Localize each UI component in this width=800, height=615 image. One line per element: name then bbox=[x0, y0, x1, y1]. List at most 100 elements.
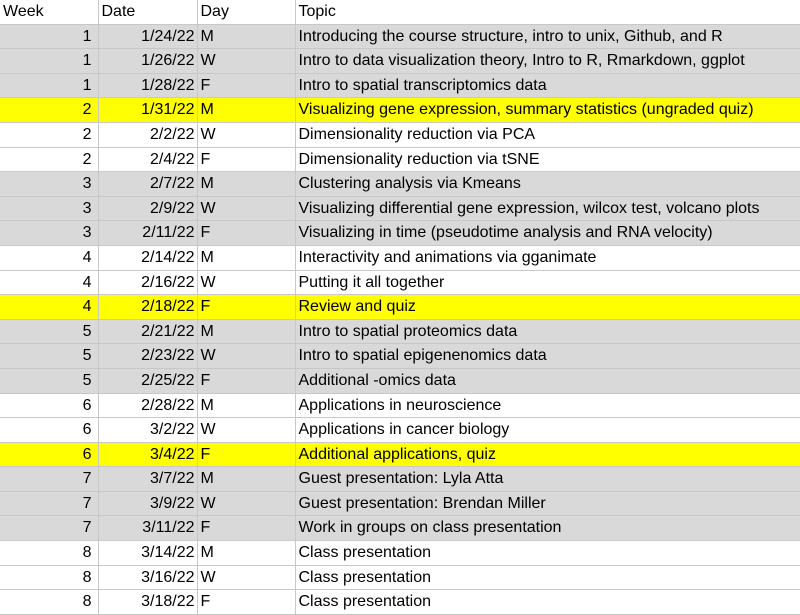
topic-cell[interactable]: Review and quiz bbox=[295, 294, 800, 320]
day-cell[interactable]: W bbox=[197, 48, 296, 74]
topic-cell[interactable]: Intro to spatial transcriptomics data bbox=[295, 73, 800, 99]
topic-cell[interactable]: Introducing the course structure, intro … bbox=[295, 24, 800, 50]
date-cell[interactable]: 3/14/22 bbox=[98, 540, 198, 566]
topic-cell[interactable]: Applications in cancer biology bbox=[295, 417, 800, 443]
topic-cell[interactable]: Class presentation bbox=[295, 540, 800, 566]
day-cell[interactable]: M bbox=[197, 24, 296, 50]
date-cell[interactable]: 2/9/22 bbox=[98, 196, 198, 222]
date-cell[interactable]: 3/4/22 bbox=[98, 442, 198, 468]
week-cell[interactable]: 1 bbox=[0, 24, 99, 50]
day-cell[interactable]: F bbox=[197, 442, 296, 468]
week-cell[interactable]: 2 bbox=[0, 122, 99, 148]
day-cell[interactable]: F bbox=[197, 515, 296, 542]
topic-cell[interactable]: Dimensionality reduction via tSNE bbox=[295, 147, 800, 173]
week-cell[interactable]: 5 bbox=[0, 343, 99, 369]
day-cell[interactable]: W bbox=[197, 491, 296, 517]
week-cell[interactable]: 3 bbox=[0, 196, 99, 222]
topic-cell[interactable]: Putting it all together bbox=[295, 270, 800, 296]
day-cell[interactable]: M bbox=[197, 540, 296, 566]
week-cell[interactable]: 1 bbox=[0, 73, 99, 99]
topic-cell[interactable]: Dimensionality reduction via PCA bbox=[295, 122, 800, 148]
topic-cell[interactable]: Additional -omics data bbox=[295, 368, 800, 394]
day-cell[interactable]: W bbox=[197, 196, 296, 222]
week-cell[interactable]: 8 bbox=[0, 540, 99, 566]
header-topic[interactable]: Topic bbox=[295, 0, 800, 25]
week-cell[interactable]: 4 bbox=[0, 270, 99, 296]
date-cell[interactable]: 2/2/22 bbox=[98, 122, 198, 148]
week-cell[interactable]: 2 bbox=[0, 147, 99, 173]
date-cell[interactable]: 2/11/22 bbox=[98, 220, 198, 246]
date-cell[interactable]: 2/16/22 bbox=[98, 270, 198, 296]
date-cell[interactable]: 3/11/22 bbox=[98, 515, 198, 542]
date-cell[interactable]: 2/14/22 bbox=[98, 245, 198, 271]
table-row: 7 3/11/22 F Work in groups on class present… bbox=[0, 515, 800, 542]
week-cell[interactable]: 7 bbox=[0, 491, 99, 517]
day-cell[interactable]: F bbox=[197, 294, 296, 320]
day-cell[interactable]: M bbox=[197, 245, 296, 271]
topic-cell[interactable]: Guest presentation: Lyla Atta bbox=[295, 466, 800, 492]
topic-cell[interactable]: Work in groups on class presentation bbox=[295, 515, 800, 542]
week-cell[interactable]: 6 bbox=[0, 393, 99, 419]
day-cell[interactable]: W bbox=[197, 343, 296, 369]
date-cell[interactable]: 2/21/22 bbox=[98, 319, 198, 345]
day-cell[interactable]: F bbox=[197, 73, 296, 99]
topic-cell[interactable]: Guest presentation: Brendan Miller bbox=[295, 491, 800, 517]
topic-cell[interactable]: Intro to spatial epigenenomics data bbox=[295, 343, 800, 369]
week-cell[interactable]: 4 bbox=[0, 294, 99, 320]
topic-cell[interactable]: Clustering analysis via Kmeans bbox=[295, 171, 800, 197]
header-week[interactable]: Week bbox=[0, 0, 99, 25]
topic-cell[interactable]: Visualizing differential gene expression… bbox=[295, 196, 800, 222]
date-cell[interactable]: 3/2/22 bbox=[98, 417, 198, 443]
day-cell[interactable]: M bbox=[197, 171, 296, 197]
date-cell[interactable]: 2/18/22 bbox=[98, 294, 198, 320]
week-cell[interactable]: 3 bbox=[0, 171, 99, 197]
topic-cell[interactable]: Visualizing gene expression, summary sta… bbox=[295, 97, 800, 123]
date-cell[interactable]: 1/28/22 bbox=[98, 73, 198, 99]
header-date[interactable]: Date bbox=[98, 0, 198, 25]
date-cell[interactable]: 2/4/22 bbox=[98, 147, 198, 173]
day-cell[interactable]: F bbox=[197, 368, 296, 394]
day-cell[interactable]: W bbox=[197, 270, 296, 296]
day-cell[interactable]: F bbox=[197, 220, 296, 246]
date-cell[interactable]: 1/31/22 bbox=[98, 97, 198, 123]
week-cell[interactable]: 2 bbox=[0, 97, 99, 123]
date-cell[interactable]: 3/16/22 bbox=[98, 565, 198, 591]
week-cell[interactable]: 5 bbox=[0, 319, 99, 345]
day-cell[interactable]: M bbox=[197, 319, 296, 345]
week-cell[interactable]: 7 bbox=[0, 466, 99, 492]
day-cell[interactable]: M bbox=[197, 466, 296, 492]
week-cell[interactable]: 3 bbox=[0, 220, 99, 246]
topic-cell[interactable]: Visualizing in time (pseudotime analysis… bbox=[295, 220, 800, 246]
day-cell[interactable]: W bbox=[197, 417, 296, 443]
day-cell[interactable]: F bbox=[197, 147, 296, 173]
date-cell[interactable]: 1/24/22 bbox=[98, 24, 198, 50]
table-row: 3 2/9/22 W Visualizing differential gene ex… bbox=[0, 196, 800, 222]
topic-cell[interactable]: Applications in neuroscience bbox=[295, 393, 800, 419]
table-row: 8 3/14/22 M Class presentation bbox=[0, 540, 800, 566]
week-cell[interactable]: 1 bbox=[0, 48, 99, 74]
topic-cell[interactable]: Interactivity and animations via gganima… bbox=[295, 245, 800, 271]
header-day[interactable]: Day bbox=[197, 0, 296, 25]
date-cell[interactable]: 2/25/22 bbox=[98, 368, 198, 394]
date-cell[interactable]: 2/28/22 bbox=[98, 393, 198, 419]
week-cell[interactable]: 8 bbox=[0, 565, 99, 591]
day-cell[interactable]: M bbox=[197, 393, 296, 419]
day-cell[interactable]: W bbox=[197, 565, 296, 591]
week-cell[interactable]: 6 bbox=[0, 417, 99, 443]
week-cell[interactable]: 4 bbox=[0, 245, 99, 271]
date-cell[interactable]: 2/23/22 bbox=[98, 343, 198, 369]
topic-cell[interactable]: Additional applications, quiz bbox=[295, 442, 800, 468]
topic-cell[interactable]: Intro to spatial proteomics data bbox=[295, 319, 800, 345]
date-cell[interactable]: 2/7/22 bbox=[98, 171, 198, 197]
day-cell[interactable]: M bbox=[197, 97, 296, 123]
table-row: 1 1/26/22 W Intro to data visualization the… bbox=[0, 48, 800, 74]
date-cell[interactable]: 3/9/22 bbox=[98, 491, 198, 517]
week-cell[interactable]: 5 bbox=[0, 368, 99, 394]
week-cell[interactable]: 6 bbox=[0, 442, 99, 468]
topic-cell[interactable]: Class presentation bbox=[295, 565, 800, 591]
week-cell[interactable]: 7 bbox=[0, 515, 99, 542]
date-cell[interactable]: 1/26/22 bbox=[98, 48, 198, 74]
day-cell[interactable]: W bbox=[197, 122, 296, 148]
topic-cell[interactable]: Intro to data visualization theory, Intr… bbox=[295, 48, 800, 74]
date-cell[interactable]: 3/7/22 bbox=[98, 466, 198, 492]
